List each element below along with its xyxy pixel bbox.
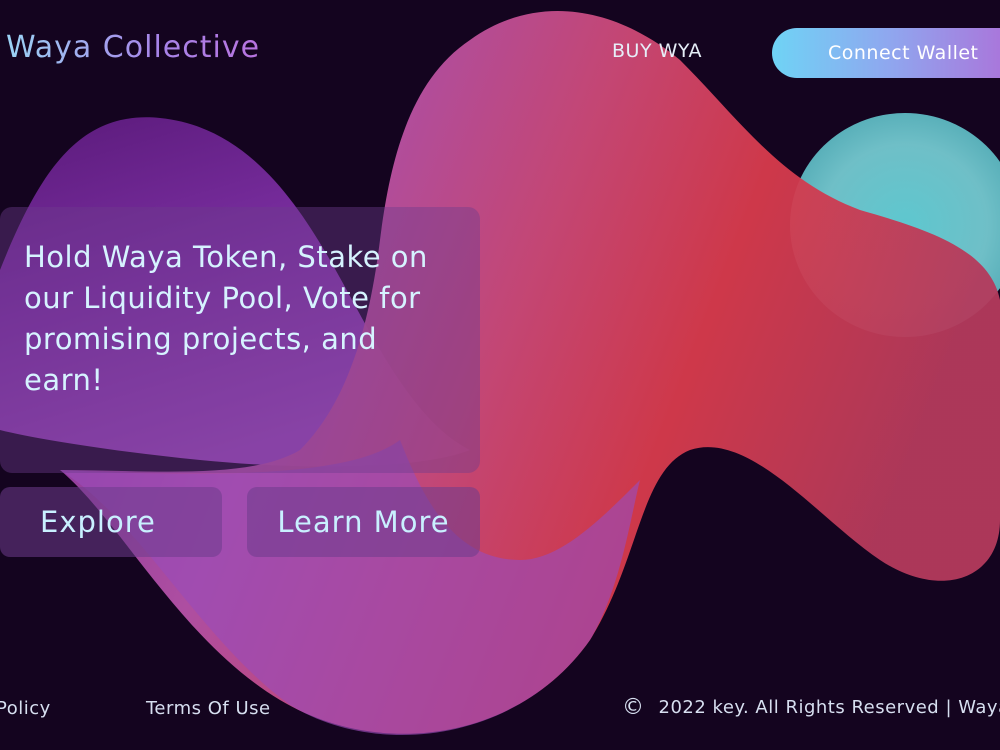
learn-more-button[interactable]: Learn More (247, 487, 480, 557)
copyright-notice: © 2022 key. All Rights Reserved | Waya (622, 694, 1000, 720)
buy-wya-link[interactable]: BUY WYA (612, 40, 702, 62)
explore-button[interactable]: Explore (0, 487, 222, 557)
policy-link[interactable]: Policy (0, 698, 51, 719)
hero-headline: Hold Waya Token, Stake on our Liquidity … (24, 240, 428, 397)
connect-wallet-button[interactable]: Connect Wallet (772, 28, 1000, 78)
terms-of-use-link[interactable]: Terms Of Use (146, 698, 271, 719)
hero-card: Hold Waya Token, Stake on our Liquidity … (0, 207, 480, 473)
brand-logo[interactable]: Waya Collective (6, 30, 260, 65)
copyright-icon: © (622, 695, 645, 720)
copyright-text: 2022 key. All Rights Reserved | Waya (658, 697, 1000, 718)
